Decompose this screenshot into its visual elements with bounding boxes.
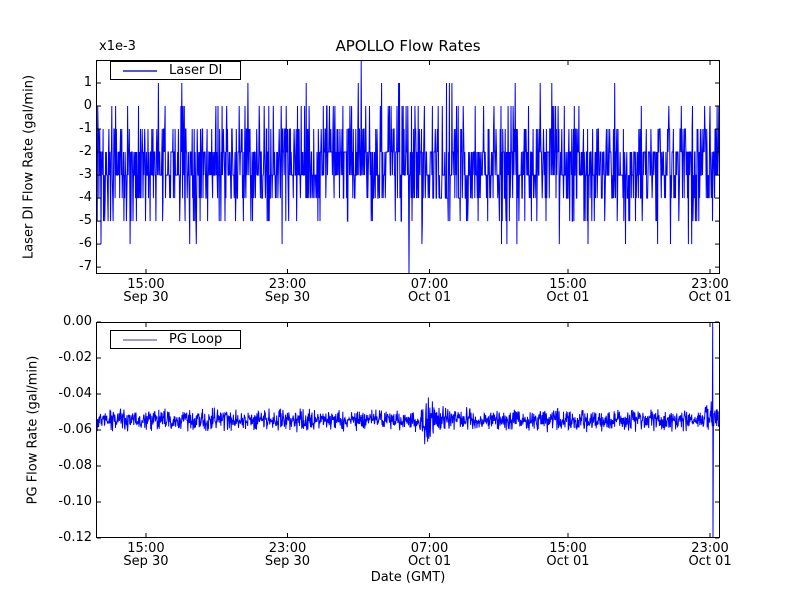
laser-y-axis-label: Laser DI Flow Rate (gal/min) [21,74,37,260]
x-axis-label: Date (GMT) [370,570,446,585]
legend-line-sample-pg [123,338,157,341]
legend-pg-loop: PG Loop [110,330,241,349]
y-axis-offset-label: x1e-3 [99,39,136,54]
legend-line-sample-laser [123,69,157,72]
chart-title: APOLLO Flow Rates [335,37,481,55]
legend-label-laser: Laser DI [169,63,223,78]
legend-laser-di: Laser DI [110,61,241,80]
pg-axes-spines [96,322,720,538]
figure: 1 0 -1 -2 -3 -4 -5 -6 -7 15:00 Sep 30 23:00 Sep 30 07… [0,0,800,600]
pg-data-line [96,322,720,538]
legend-label-pg: PG Loop [169,332,223,347]
pg-y-axis-label: PG Flow Rate (gal/min) [25,355,41,505]
laser-data-line [96,60,720,274]
plots-canvas [96,60,720,539]
